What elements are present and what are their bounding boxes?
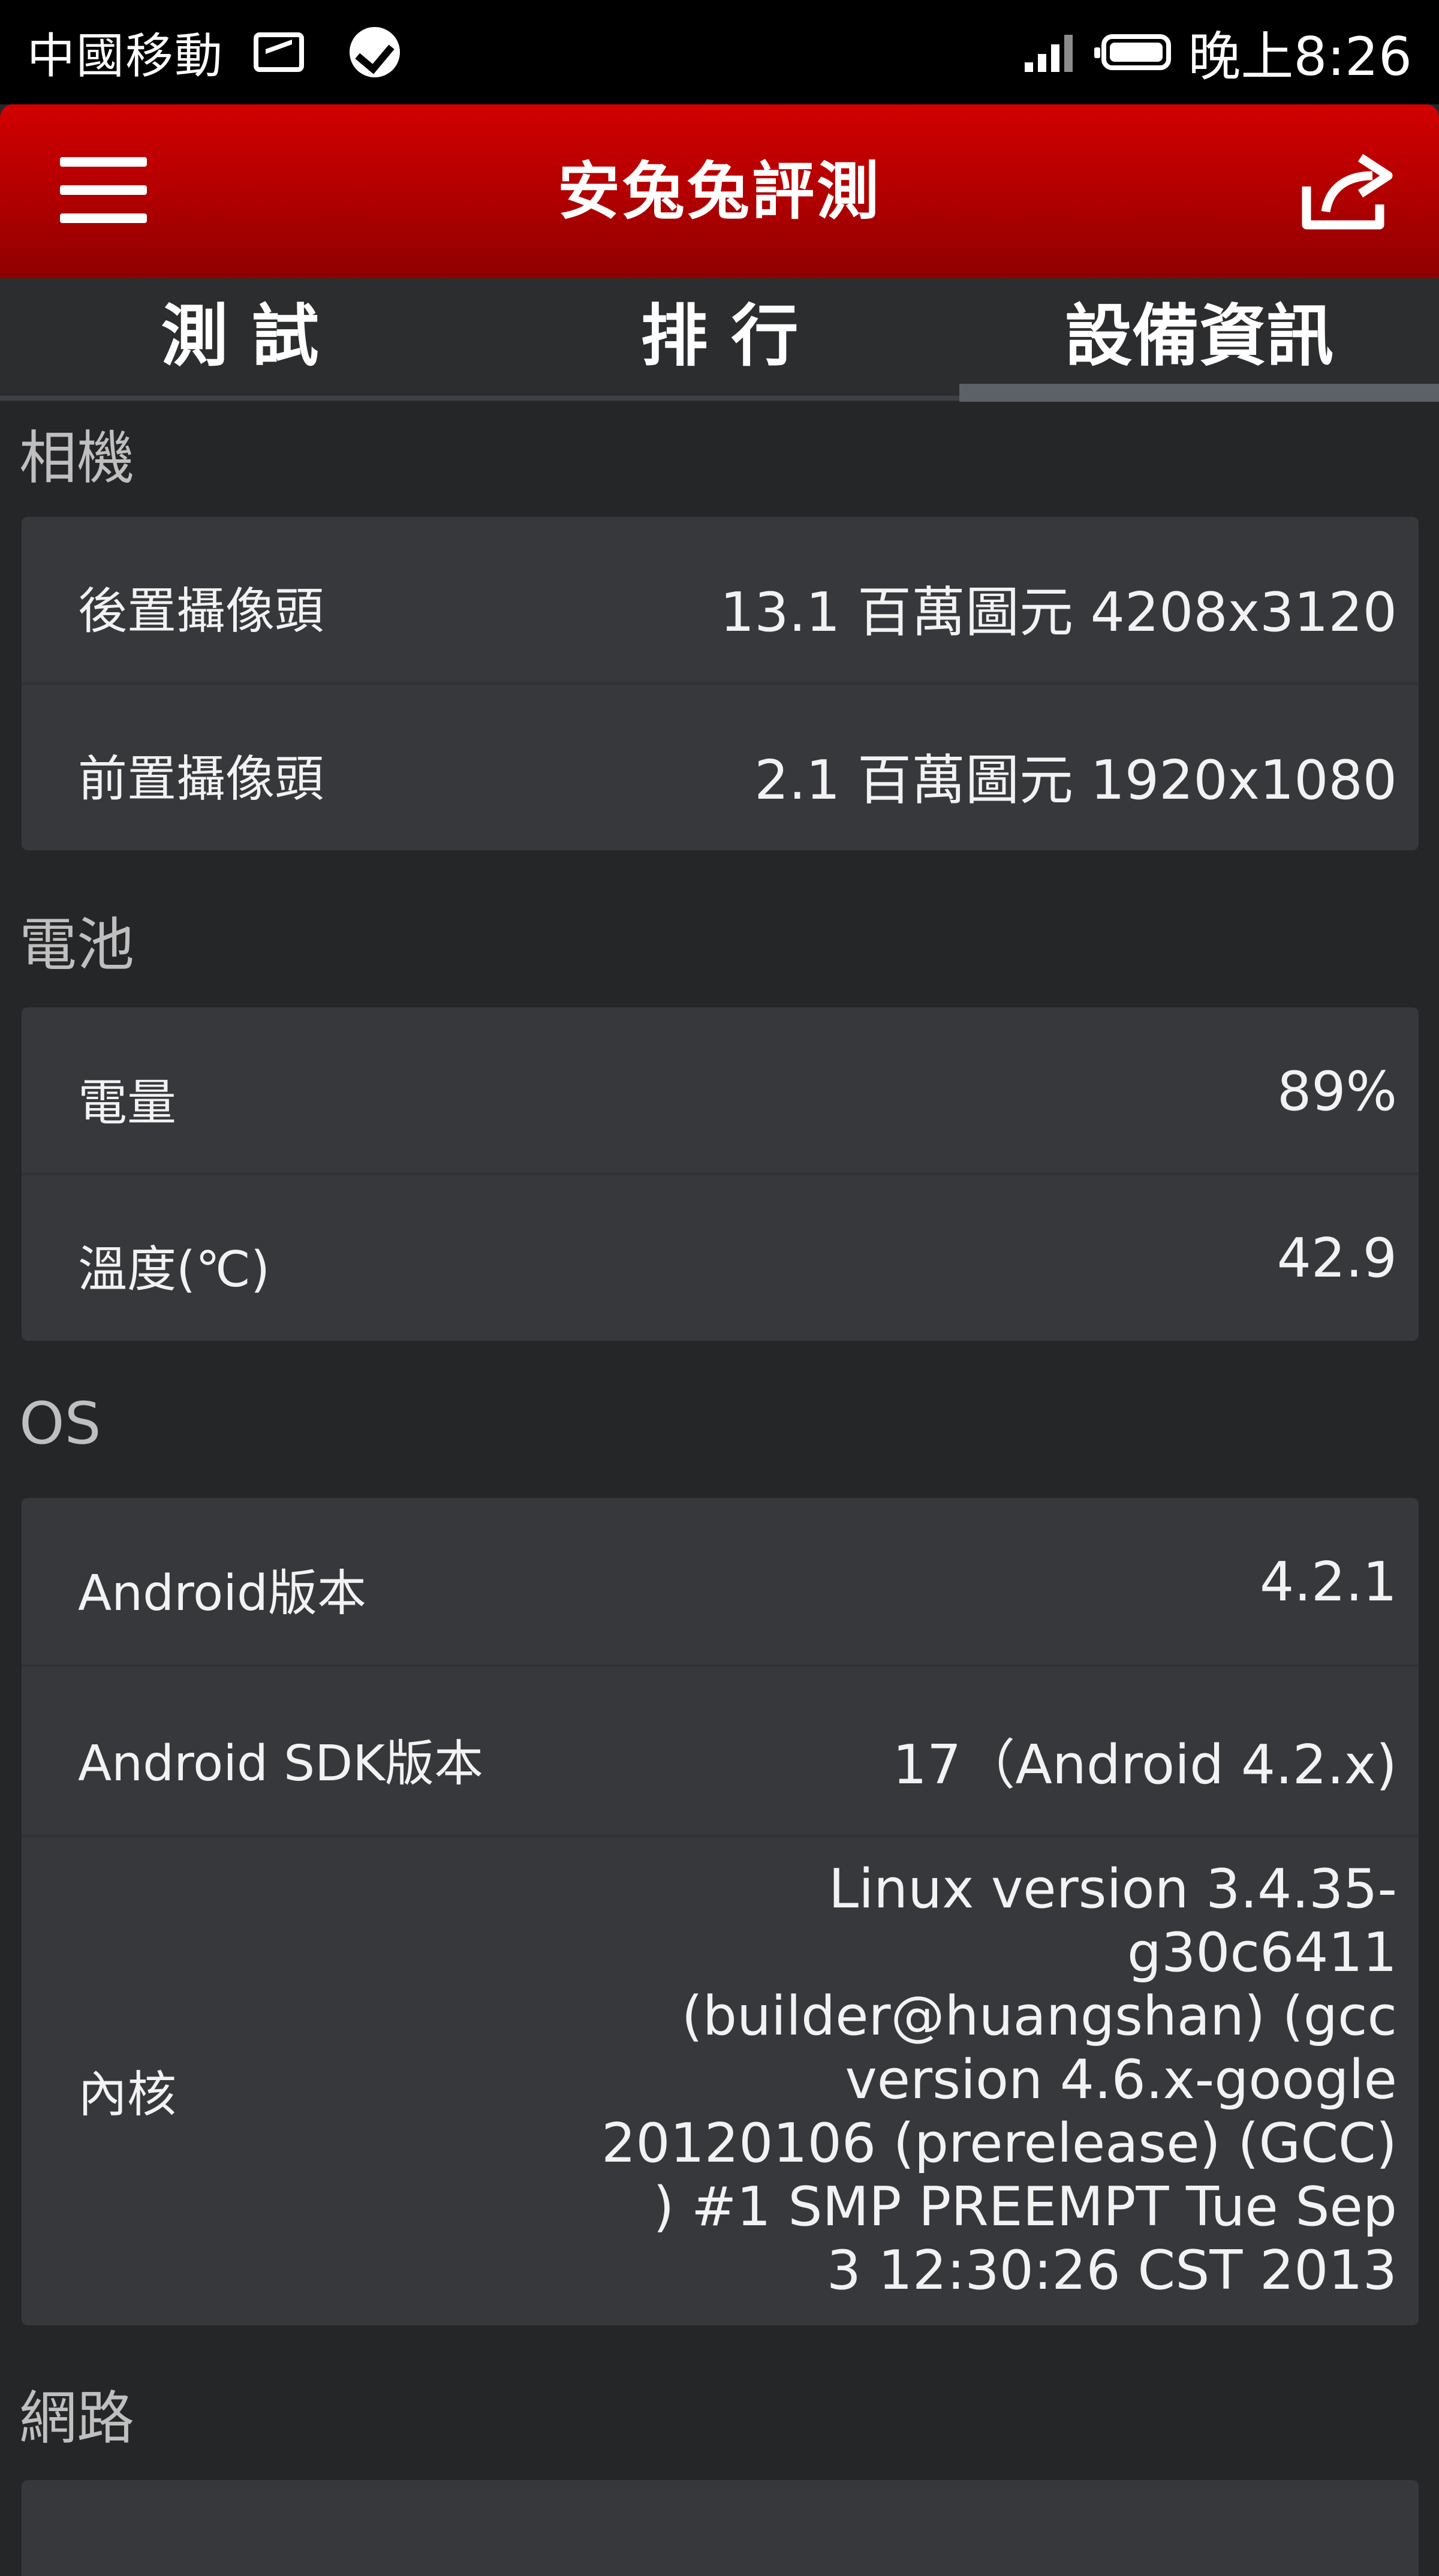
- clock: 晚上8:26: [1188, 25, 1412, 88]
- signal-icon: [1025, 32, 1073, 72]
- carrier-name: 中國移動: [27, 28, 224, 84]
- list-item: 內核 Linux version 3.4.35- g30c6411 (build…: [22, 1836, 1419, 2325]
- list-item: 電量 89%: [22, 1007, 1419, 1174]
- app-title: 安兔兔評測: [557, 155, 881, 228]
- list-item: 溫度(℃) 42.9: [22, 1174, 1419, 1341]
- list-item: Android SDK版本 17（Android 4.2.x): [22, 1666, 1419, 1836]
- list-item: Android版本 4.2.1: [22, 1498, 1419, 1666]
- row-value: 42.9: [1277, 1227, 1397, 1290]
- picture-icon: [254, 32, 304, 72]
- tab-ranking[interactable]: 排 行: [480, 278, 959, 395]
- section-title-os: OS: [19, 1390, 101, 1457]
- row-value: 4.2.1: [1260, 1551, 1397, 1614]
- list-item: 後置攝像頭 13.1 百萬圖元 4208x3120: [22, 517, 1419, 684]
- row-label: 電量: [78, 1075, 177, 1131]
- app-bar: 安兔兔評測: [0, 104, 1439, 278]
- tab-test[interactable]: 測 試: [0, 278, 480, 395]
- tab-device-info[interactable]: 設備資訊: [959, 278, 1439, 395]
- tab-divider: [0, 396, 959, 401]
- check-icon: [350, 27, 400, 77]
- share-icon[interactable]: [1298, 149, 1394, 233]
- status-bar-left: 中國移動: [27, 0, 400, 104]
- row-value: 2.1 百萬圖元 1920x1080: [754, 749, 1397, 812]
- row-label: 後置攝像頭: [78, 583, 324, 640]
- row-label: 內核: [78, 2066, 177, 2123]
- network-card: [22, 2480, 1419, 2576]
- kernel-version-value: Linux version 3.4.35- g30c6411 (builder@…: [601, 1858, 1397, 2302]
- camera-card: 後置攝像頭 13.1 百萬圖元 4208x3120 前置攝像頭 2.1 百萬圖元…: [22, 517, 1419, 850]
- battery-icon: [1094, 34, 1172, 70]
- section-title-camera: 相機: [19, 425, 134, 492]
- row-label: Android版本: [78, 1565, 367, 1622]
- row-label: Android SDK版本: [78, 1735, 484, 1792]
- status-bar: 中國移動 晚上8:26: [0, 0, 1439, 104]
- row-value: 89%: [1277, 1060, 1397, 1123]
- list-item: 前置攝像頭 2.1 百萬圖元 1920x1080: [22, 684, 1419, 850]
- os-card: Android版本 4.2.1 Android SDK版本 17（Android…: [22, 1498, 1419, 2325]
- tab-selected-indicator: [959, 384, 1439, 402]
- row-label: 前置攝像頭: [78, 751, 324, 808]
- row-value: 13.1 百萬圖元 4208x3120: [720, 581, 1397, 644]
- section-title-battery: 電池: [19, 911, 134, 979]
- battery-card: 電量 89% 溫度(℃) 42.9: [22, 1007, 1419, 1341]
- status-bar-right: 晚上8:26: [1025, 0, 1412, 104]
- section-title-network: 網路: [19, 2385, 134, 2452]
- row-value: 17（Android 4.2.x): [892, 1734, 1397, 1796]
- row-label: 溫度(℃): [78, 1241, 270, 1298]
